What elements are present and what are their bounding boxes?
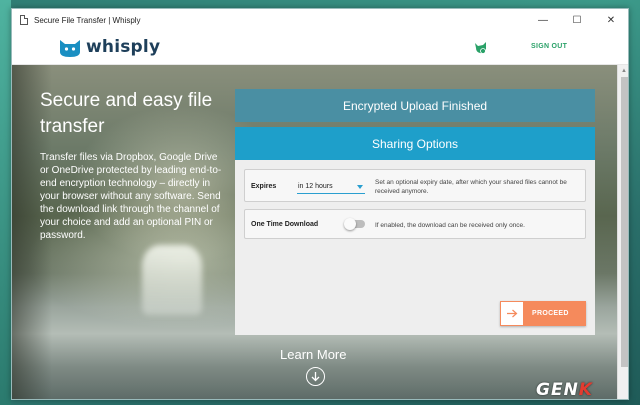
cat-status-icon[interactable] xyxy=(474,41,488,55)
hero-section: Secure and easy file transfer Transfer f… xyxy=(12,65,617,399)
expires-label: Expires xyxy=(251,183,277,190)
scrollbar-thumb[interactable] xyxy=(621,77,628,367)
logo-text: whisply xyxy=(86,37,161,57)
browser-window: Secure File Transfer | Whisply — ☐ ✕ whi… xyxy=(11,8,629,400)
close-button[interactable]: ✕ xyxy=(594,9,628,31)
proceed-button[interactable]: PROCEED xyxy=(500,301,586,326)
one-time-download-toggle[interactable] xyxy=(344,218,365,230)
title-bar: Secure File Transfer | Whisply — ☐ ✕ xyxy=(12,9,628,31)
caret-down-icon xyxy=(357,185,363,189)
hero-waterfall xyxy=(142,245,202,315)
one-time-download-row: One Time Download If enabled, the downlo… xyxy=(244,209,586,239)
sharing-options-title: Sharing Options xyxy=(371,136,459,151)
scroll-up-arrow-icon[interactable]: ▲ xyxy=(621,68,627,74)
upload-finished-label: Encrypted Upload Finished xyxy=(342,98,488,113)
one-time-download-help: If enabled, the download can be received… xyxy=(375,222,525,229)
expires-help: Set an optional expiry date, after which… xyxy=(375,179,567,195)
minimize-button[interactable]: — xyxy=(526,9,560,31)
learn-more-link[interactable]: Learn More xyxy=(280,347,346,362)
expires-row: Expires in 12 hours Set an optional expi… xyxy=(244,169,586,202)
sharing-options-panel: Sharing Options Expires in 12 hours Set … xyxy=(235,127,595,335)
hero-description: Transfer files via Dropbox, Google Drive… xyxy=(40,152,222,241)
logo[interactable]: whisply xyxy=(58,36,160,58)
expires-value: in 12 hours xyxy=(298,183,333,190)
scroll-down-icon[interactable] xyxy=(306,367,325,386)
desktop-background-left xyxy=(0,0,11,405)
proceed-label: PROCEED xyxy=(532,310,569,317)
cat-logo-icon xyxy=(60,40,80,57)
maximize-button[interactable]: ☐ xyxy=(560,9,594,31)
vertical-scrollbar[interactable]: ▲ xyxy=(617,65,628,399)
sign-out-link[interactable]: SIGN OUT xyxy=(531,43,567,50)
hero-title: Secure and easy file transfer xyxy=(40,90,213,137)
window-title: Secure File Transfer | Whisply xyxy=(34,15,141,25)
toggle-knob xyxy=(344,218,356,230)
expires-select[interactable]: in 12 hours xyxy=(297,180,365,194)
arrow-right-icon xyxy=(500,301,524,326)
window-controls: — ☐ ✕ xyxy=(526,9,628,31)
genk-watermark-logo: GENK xyxy=(536,380,593,400)
upload-finished-banner: Encrypted Upload Finished xyxy=(235,89,595,122)
app-header: whisply SIGN OUT xyxy=(12,31,628,65)
one-time-download-label: One Time Download xyxy=(251,221,319,228)
sharing-options-header: Sharing Options xyxy=(235,127,595,160)
page-icon xyxy=(20,15,28,25)
